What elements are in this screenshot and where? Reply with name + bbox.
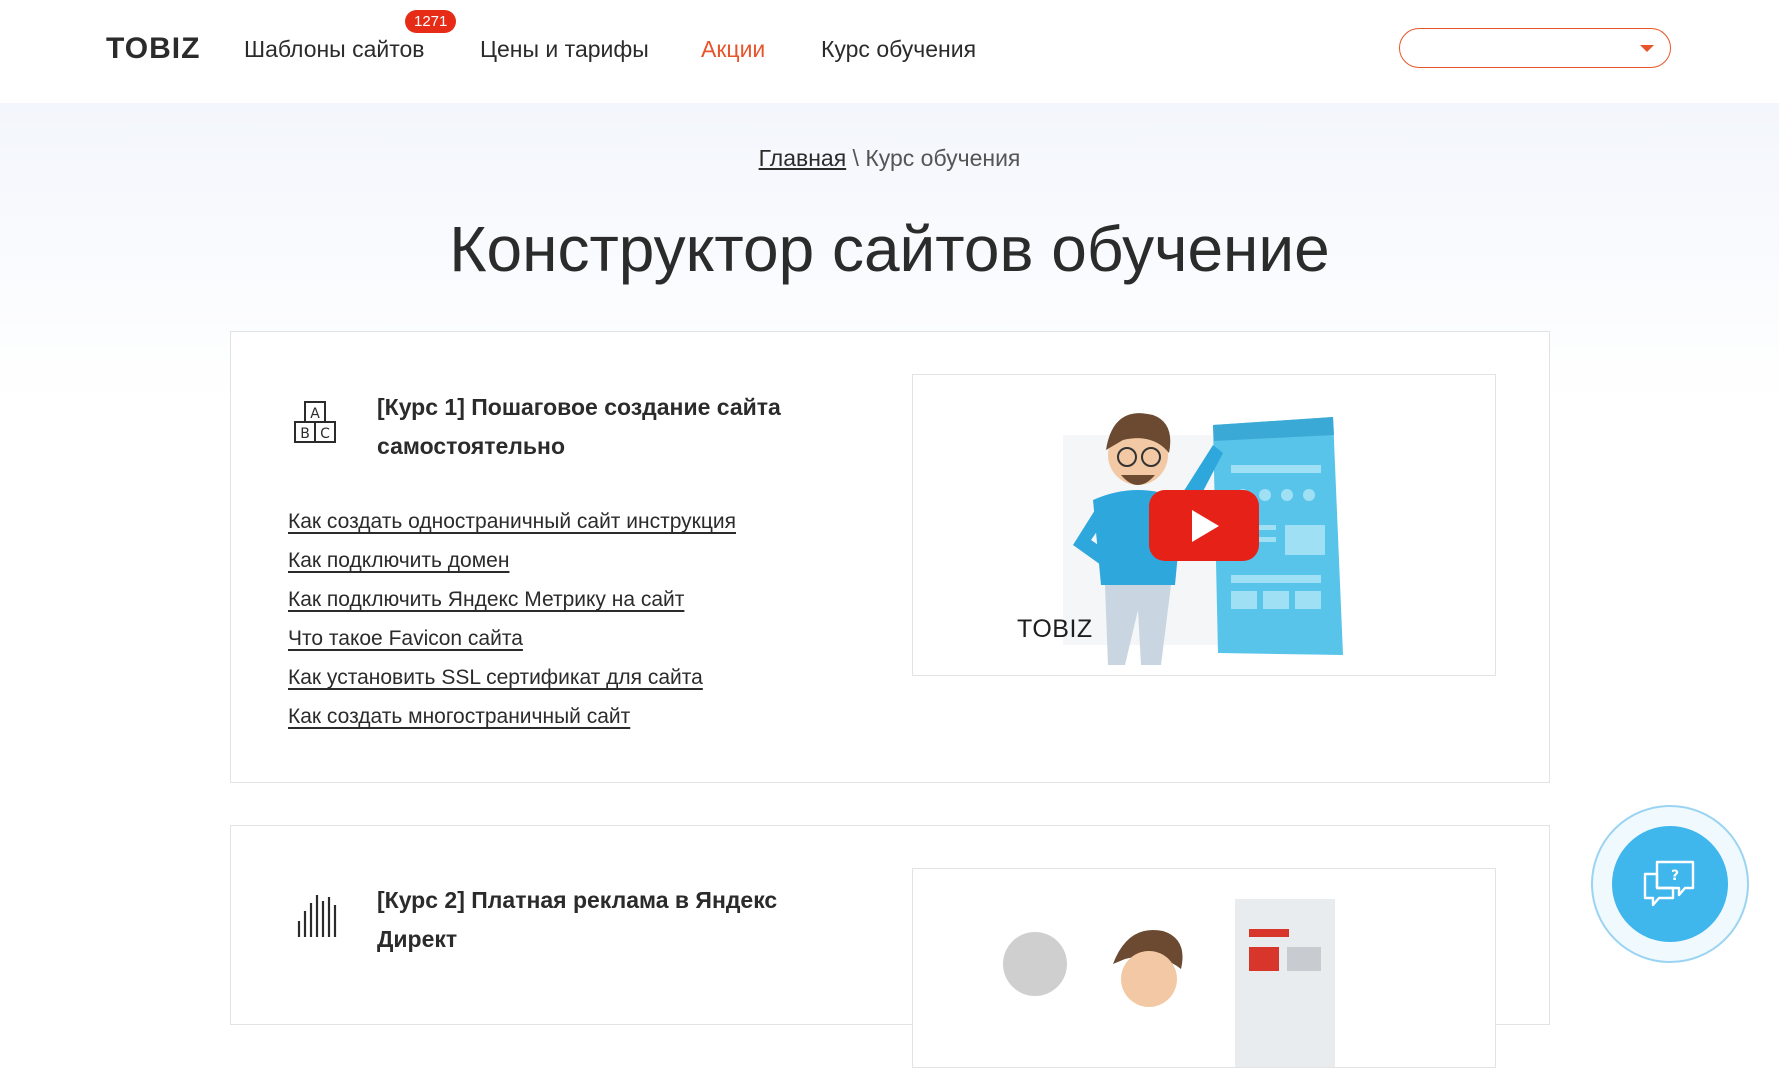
nav-course[interactable]: Курс обучения [821, 36, 976, 63]
chevron-down-icon [1640, 45, 1654, 52]
breadcrumb-separator: \ [852, 145, 859, 171]
breadcrumb-home-link[interactable]: Главная [759, 145, 847, 171]
youtube-play-icon[interactable] [1149, 490, 1259, 561]
lesson-list: Как создать одностраничный сайт инструкц… [288, 510, 736, 744]
lesson-link[interactable]: Как создать одностраничный сайт инструкц… [288, 510, 736, 533]
list-item: Как установить SSL сертификат для сайта [288, 666, 736, 705]
lesson-link[interactable]: Как подключить домен [288, 549, 509, 572]
course-card: [Курс 2] Платная реклама в Яндекс Директ [230, 825, 1550, 1068]
page-title: Конструктор сайтов обучение [449, 213, 1330, 285]
list-item: Как подключить домен [288, 549, 736, 588]
language-select[interactable] [1399, 28, 1671, 68]
video-brand-logo: TOBIZ [1017, 615, 1093, 643]
abc-blocks-icon: A B C [294, 401, 336, 443]
nav-pricing[interactable]: Цены и тарифы [480, 36, 649, 63]
svg-text:?: ? [1671, 868, 1679, 884]
list-item: Как создать одностраничный сайт инструкц… [288, 510, 736, 549]
nav-templates[interactable]: Шаблоны сайтов [244, 36, 425, 63]
list-item: Что такое Favicon сайта [288, 627, 736, 666]
breadcrumb: Главная \ Курс обучения [0, 145, 1779, 172]
list-item: Как подключить Яндекс Метрику на сайт [288, 588, 736, 627]
breadcrumb-current: Курс обучения [865, 145, 1021, 171]
list-item: Как создать многостраничный сайт [288, 705, 736, 744]
nav-promotions[interactable]: Акции [701, 36, 765, 63]
svg-text:A: A [310, 406, 320, 422]
logo[interactable]: TOBIZ [106, 32, 200, 66]
lesson-link[interactable]: Как подключить Яндекс Метрику на сайт [288, 588, 684, 611]
svg-text:C: C [320, 426, 330, 442]
lesson-link[interactable]: Что такое Favicon сайта [288, 627, 523, 650]
course-title: [Курс 1] Пошаговое создание сайта самост… [377, 394, 781, 459]
lesson-link[interactable]: Как создать многостраничный сайт [288, 705, 630, 728]
svg-text:B: B [300, 426, 310, 442]
course-card: A B C [Курс 1] Пошаговое создание сайта … [230, 331, 1550, 783]
course-video[interactable]: TOBIZ [912, 374, 1496, 676]
bar-lines-icon [297, 895, 337, 937]
course-video[interactable] [912, 868, 1496, 1068]
chat-question-icon: ? [1643, 860, 1695, 907]
chat-button[interactable]: ? [1612, 826, 1728, 942]
course-title: [Курс 2] Платная реклама в Яндекс Директ [377, 887, 778, 952]
lesson-link[interactable]: Как установить SSL сертификат для сайта [288, 666, 703, 689]
templates-count-badge: 1271 [405, 10, 457, 33]
site-header: TOBIZ Шаблоны сайтов 1271 Цены и тарифы … [0, 0, 1779, 103]
